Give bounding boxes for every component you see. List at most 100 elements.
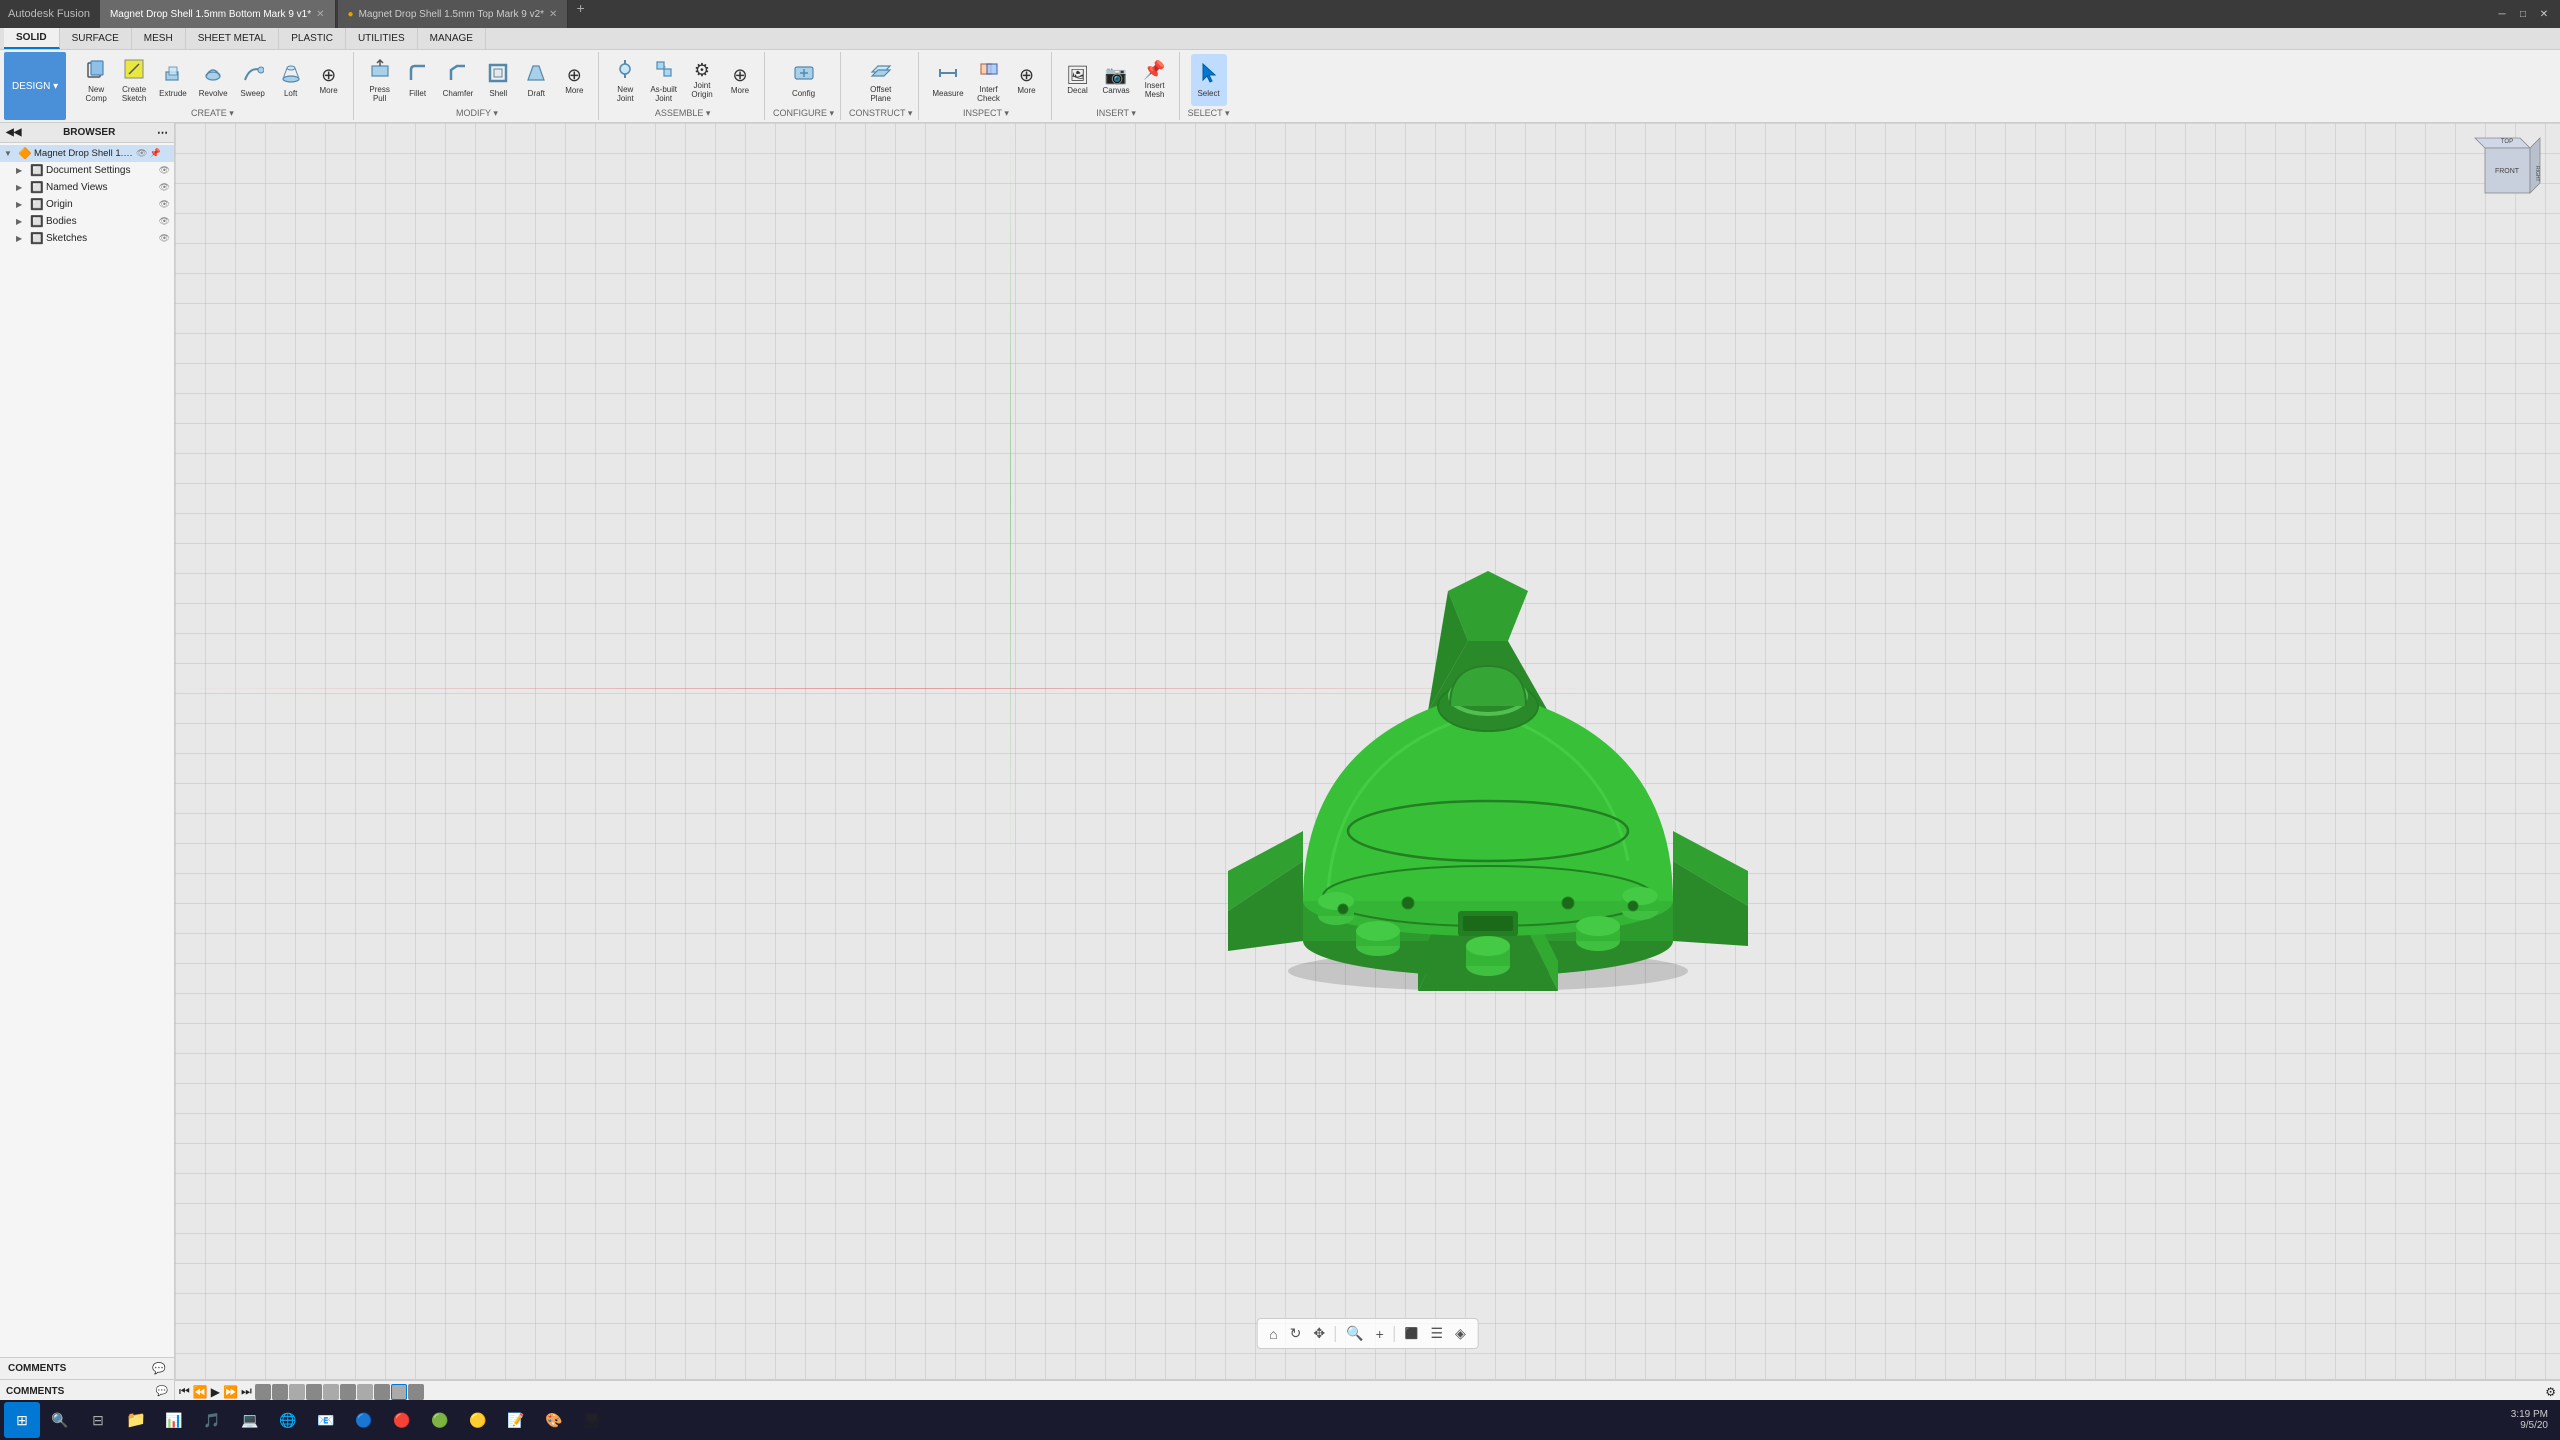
timeline-start-btn[interactable]: ⏮ <box>179 1384 190 1399</box>
tb-btn-2[interactable]: 📊 <box>156 1402 192 1438</box>
insert-decal[interactable]: 🖼 Decal <box>1060 54 1096 106</box>
tree-eye-sketches[interactable]: 👁 <box>159 233 170 244</box>
insert-group-label[interactable]: INSERT ▾ <box>1096 106 1136 119</box>
maximize-button[interactable]: □ <box>2515 6 2531 22</box>
tree-eye-bodies[interactable]: 👁 <box>159 216 170 227</box>
modify-more[interactable]: ⊕ More <box>556 54 592 106</box>
tb-btn-8[interactable]: 🔴 <box>384 1402 420 1438</box>
browser-settings-icon[interactable]: ⋯ <box>157 126 168 139</box>
inspect-more[interactable]: ⊕ More <box>1009 54 1045 106</box>
doc-tab-1-close[interactable]: ✕ <box>316 9 324 20</box>
select-btn[interactable]: Select <box>1191 54 1227 106</box>
timeline-item[interactable] <box>289 1384 305 1400</box>
create-more[interactable]: ⊕ More <box>311 54 347 106</box>
insert-mesh[interactable]: 📌 InsertMesh <box>1137 54 1173 106</box>
view-cube-btn[interactable]: ⬛ <box>1401 1325 1423 1342</box>
ws-tab-manage[interactable]: MANAGE <box>418 28 486 49</box>
tab-add-button[interactable]: + <box>568 0 592 28</box>
tree-item-doc-settings[interactable]: ▶ 🔲 Document Settings 👁 <box>0 162 174 179</box>
tree-eye-views[interactable]: 👁 <box>159 182 170 193</box>
shell[interactable]: Shell <box>480 54 516 106</box>
comments-icon[interactable]: 💬 <box>152 1362 166 1375</box>
ws-tab-solid[interactable]: SOLID <box>4 28 60 49</box>
ws-tab-mesh[interactable]: MESH <box>132 28 186 49</box>
tree-item-bodies[interactable]: ▶ 🔲 Bodies 👁 <box>0 213 174 230</box>
browser-collapse-icon[interactable]: ◀◀ <box>6 127 21 138</box>
fillet[interactable]: Fillet <box>400 54 436 106</box>
measure[interactable]: Measure <box>927 54 968 106</box>
assemble-group-label[interactable]: ASSEMBLE ▾ <box>655 106 711 119</box>
timeline-item-active[interactable] <box>391 1384 407 1400</box>
timeline-prev-btn[interactable]: ⏪ <box>193 1385 208 1399</box>
revolve[interactable]: Revolve <box>194 54 233 106</box>
nav-pan-btn[interactable]: ✥ <box>1309 1323 1329 1344</box>
extrude[interactable]: Extrude <box>154 54 192 106</box>
home-view-btn[interactable]: ⌂ <box>1265 1324 1281 1344</box>
tree-item-named-views[interactable]: ▶ 🔲 Named Views 👁 <box>0 179 174 196</box>
create-sketch[interactable]: CreateSketch <box>116 54 152 106</box>
tb-btn-12[interactable]: 🎨 <box>536 1402 572 1438</box>
zoom-out-btn[interactable]: 🔍 <box>1342 1323 1367 1344</box>
tb-btn-11[interactable]: 📝 <box>498 1402 534 1438</box>
view-cube[interactable]: FRONT TOP RIGHT <box>2470 133 2545 208</box>
tb-btn-6[interactable]: 📧 <box>308 1402 344 1438</box>
design-mode-button[interactable]: DESIGN ▾ <box>4 52 66 120</box>
tb-btn-4[interactable]: 💻 <box>232 1402 268 1438</box>
start-button[interactable]: ⊞ <box>4 1402 40 1438</box>
select-group-label[interactable]: SELECT ▾ <box>1188 106 1230 119</box>
tb-btn-9[interactable]: 🟢 <box>422 1402 458 1438</box>
tb-btn-3[interactable]: 🎵 <box>194 1402 230 1438</box>
tree-item-origin[interactable]: ▶ 🔲 Origin 👁 <box>0 196 174 213</box>
ws-tab-plastic[interactable]: PLASTIC <box>279 28 346 49</box>
tree-eye-origin[interactable]: 👁 <box>159 199 170 210</box>
tb-btn-10[interactable]: 🟡 <box>460 1402 496 1438</box>
ws-tab-utilities[interactable]: UTILITIES <box>346 28 418 49</box>
close-button[interactable]: ✕ <box>2536 6 2552 22</box>
tree-item-root[interactable]: ▼ 🔶 Magnet Drop Shell 1.5mm Top... 👁 📌 <box>0 145 174 162</box>
loft[interactable]: Loft <box>273 54 309 106</box>
timeline-item[interactable] <box>323 1384 339 1400</box>
timeline-item[interactable] <box>374 1384 390 1400</box>
tree-eye-root[interactable]: 👁 <box>136 148 147 159</box>
tree-pin-root[interactable]: 📌 <box>149 148 160 159</box>
timeline-item[interactable] <box>340 1384 356 1400</box>
assemble-more[interactable]: ⊕ More <box>722 54 758 106</box>
insert-canvas[interactable]: 📷 Canvas <box>1098 54 1135 106</box>
render-mode-btn[interactable]: ◈ <box>1451 1323 1470 1344</box>
configure-group-label[interactable]: CONFIGURE ▾ <box>773 106 834 119</box>
timeline-end-btn[interactable]: ⏭ <box>241 1384 252 1399</box>
tb-btn-7[interactable]: 🔵 <box>346 1402 382 1438</box>
file-explorer-btn[interactable]: 📁 <box>118 1402 154 1438</box>
minimize-button[interactable]: ─ <box>2494 6 2510 22</box>
configure-btn[interactable]: Config <box>786 54 822 106</box>
draft[interactable]: Draft <box>518 54 554 106</box>
construct-group-label[interactable]: CONSTRUCT ▾ <box>849 106 912 119</box>
offset-plane[interactable]: OffsetPlane <box>863 54 899 106</box>
chamfer[interactable]: Chamfer <box>438 54 479 106</box>
tb-btn-13[interactable]: 🖥 <box>574 1402 610 1438</box>
create-group-label[interactable]: CREATE ▾ <box>191 106 234 119</box>
joint-origin[interactable]: ⚙ JointOrigin <box>684 54 720 106</box>
task-view-btn[interactable]: ⊟ <box>80 1402 116 1438</box>
nav-orbit-btn[interactable]: ↻ <box>1286 1323 1306 1344</box>
tree-item-sketches[interactable]: ▶ 🔲 Sketches 👁 <box>0 230 174 247</box>
interference-check[interactable]: InterfCheck <box>971 54 1007 106</box>
inspect-group-label[interactable]: INSPECT ▾ <box>963 106 1009 119</box>
press-pull[interactable]: PressPull <box>362 54 398 106</box>
timeline-item[interactable] <box>408 1384 424 1400</box>
comments-expand[interactable]: 💬 <box>156 1386 168 1397</box>
timeline-item[interactable] <box>272 1384 288 1400</box>
create-new-component[interactable]: NewComp <box>78 54 114 106</box>
sweep[interactable]: Sweep <box>235 54 271 106</box>
timeline-item[interactable] <box>306 1384 322 1400</box>
timeline-play-btn[interactable]: ▶ <box>211 1385 220 1399</box>
doc-tab-1[interactable]: Magnet Drop Shell 1.5mm Bottom Mark 9 v1… <box>100 0 336 28</box>
tb-btn-5[interactable]: 🌐 <box>270 1402 306 1438</box>
doc-tab-2[interactable]: ● Magnet Drop Shell 1.5mm Top Mark 9 v2*… <box>338 0 569 28</box>
doc-tab-2-close[interactable]: ✕ <box>549 9 557 20</box>
search-btn[interactable]: 🔍 <box>42 1402 78 1438</box>
timeline-item[interactable] <box>357 1384 373 1400</box>
display-settings-btn[interactable]: ☰ <box>1426 1323 1447 1344</box>
timeline-item[interactable] <box>255 1384 271 1400</box>
zoom-in-btn[interactable]: + <box>1372 1324 1388 1344</box>
